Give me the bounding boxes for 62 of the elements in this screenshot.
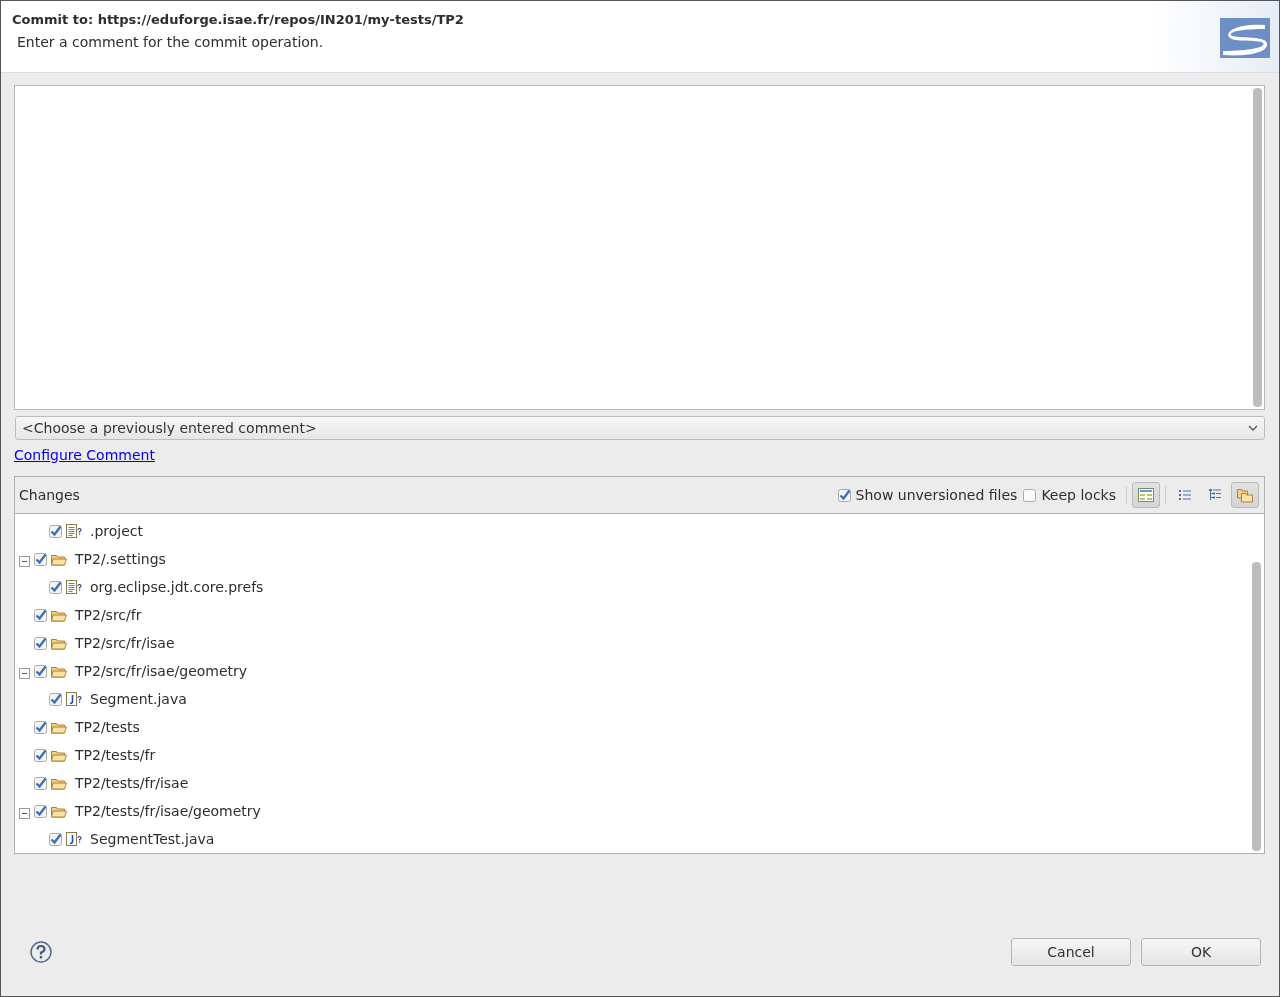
checkbox[interactable]: [1023, 488, 1037, 502]
checkbox[interactable]: [34, 720, 47, 734]
java-file-icon: [66, 831, 82, 847]
tree-list-icon: [1209, 489, 1221, 501]
tree-item-label[interactable]: SegmentTest.java: [90, 831, 215, 847]
collapse-icon[interactable]: [19, 553, 30, 565]
folder-icon: [51, 552, 67, 566]
checkbox[interactable]: [34, 776, 47, 790]
checkbox[interactable]: [837, 488, 851, 502]
option-label: Show unversioned files: [855, 487, 1018, 503]
option-label: Keep locks: [1041, 487, 1116, 503]
tree-item-label[interactable]: Segment.java: [90, 691, 187, 707]
checkbox[interactable]: [34, 748, 47, 762]
collapse-icon[interactable]: [19, 805, 30, 817]
tree-item-label[interactable]: TP2/tests/fr: [75, 747, 156, 763]
checkbox[interactable]: [49, 832, 62, 846]
comment-dropdown[interactable]: <Choose a previously entered comment>: [15, 416, 1265, 440]
scrollbar-thumb[interactable]: [1253, 88, 1262, 407]
tree-item-label[interactable]: TP2/tests/fr/isae: [75, 775, 189, 791]
checkbox[interactable]: [34, 552, 47, 566]
help-icon[interactable]: [30, 941, 52, 963]
java-file-icon: [66, 691, 82, 707]
tree-item-label[interactable]: org.eclipse.jdt.core.prefs: [90, 579, 264, 595]
folder-icon: [51, 608, 67, 622]
tree-item-label[interactable]: TP2/src/fr/isae: [75, 635, 175, 651]
folders-button[interactable]: [1231, 482, 1259, 508]
tree-item-label[interactable]: TP2/tests/fr/isae/geometry: [75, 803, 261, 819]
folder-icon: [51, 804, 67, 818]
folder-icon: [51, 720, 67, 734]
comment-field[interactable]: [14, 85, 1265, 410]
folder-icon: [51, 664, 67, 678]
dialog-button[interactable]: Cancel: [1011, 938, 1131, 966]
flat-list-icon: [1179, 489, 1191, 501]
tree-item-label[interactable]: TP2/src/fr/isae/geometry: [75, 663, 248, 679]
checkbox[interactable]: [49, 524, 62, 538]
changes-title: Changes: [19, 487, 81, 503]
caret-icon: [1248, 425, 1258, 431]
scrollbar-thumb[interactable]: [1252, 562, 1261, 851]
dialog-message: Enter a comment for the commit operation.: [17, 34, 325, 50]
collapse-icon[interactable]: [19, 665, 30, 677]
text-file-icon: [66, 523, 82, 539]
configure-comment-link[interactable]: Configure Comment: [14, 447, 155, 463]
tree-item-label[interactable]: .project: [90, 523, 144, 539]
layout-icon: [1138, 488, 1154, 502]
tree-item-label[interactable]: TP2/src/fr: [75, 607, 142, 623]
folder-icon: [51, 748, 67, 762]
folder-icon: [51, 776, 67, 790]
checkbox[interactable]: [34, 664, 47, 678]
dialog-title: Commit to: https://eduforge.isae.fr/repos/IN201/my-tests/TP2: [12, 12, 464, 27]
layout-button[interactable]: [1132, 482, 1160, 508]
text-file-icon: [66, 579, 82, 595]
checkbox[interactable]: [34, 804, 47, 818]
tree-item-label[interactable]: TP2/tests: [75, 719, 140, 735]
checkbox[interactable]: [34, 636, 47, 650]
folder-icon: [51, 636, 67, 650]
checkbox[interactable]: [34, 608, 47, 622]
folders-icon: [1237, 487, 1253, 503]
dialog-button[interactable]: OK: [1141, 938, 1261, 966]
tree-item-label[interactable]: TP2/.settings: [75, 551, 166, 567]
checkbox[interactable]: [49, 692, 62, 706]
checkbox[interactable]: [49, 580, 62, 594]
logo-icon: [1219, 17, 1271, 59]
